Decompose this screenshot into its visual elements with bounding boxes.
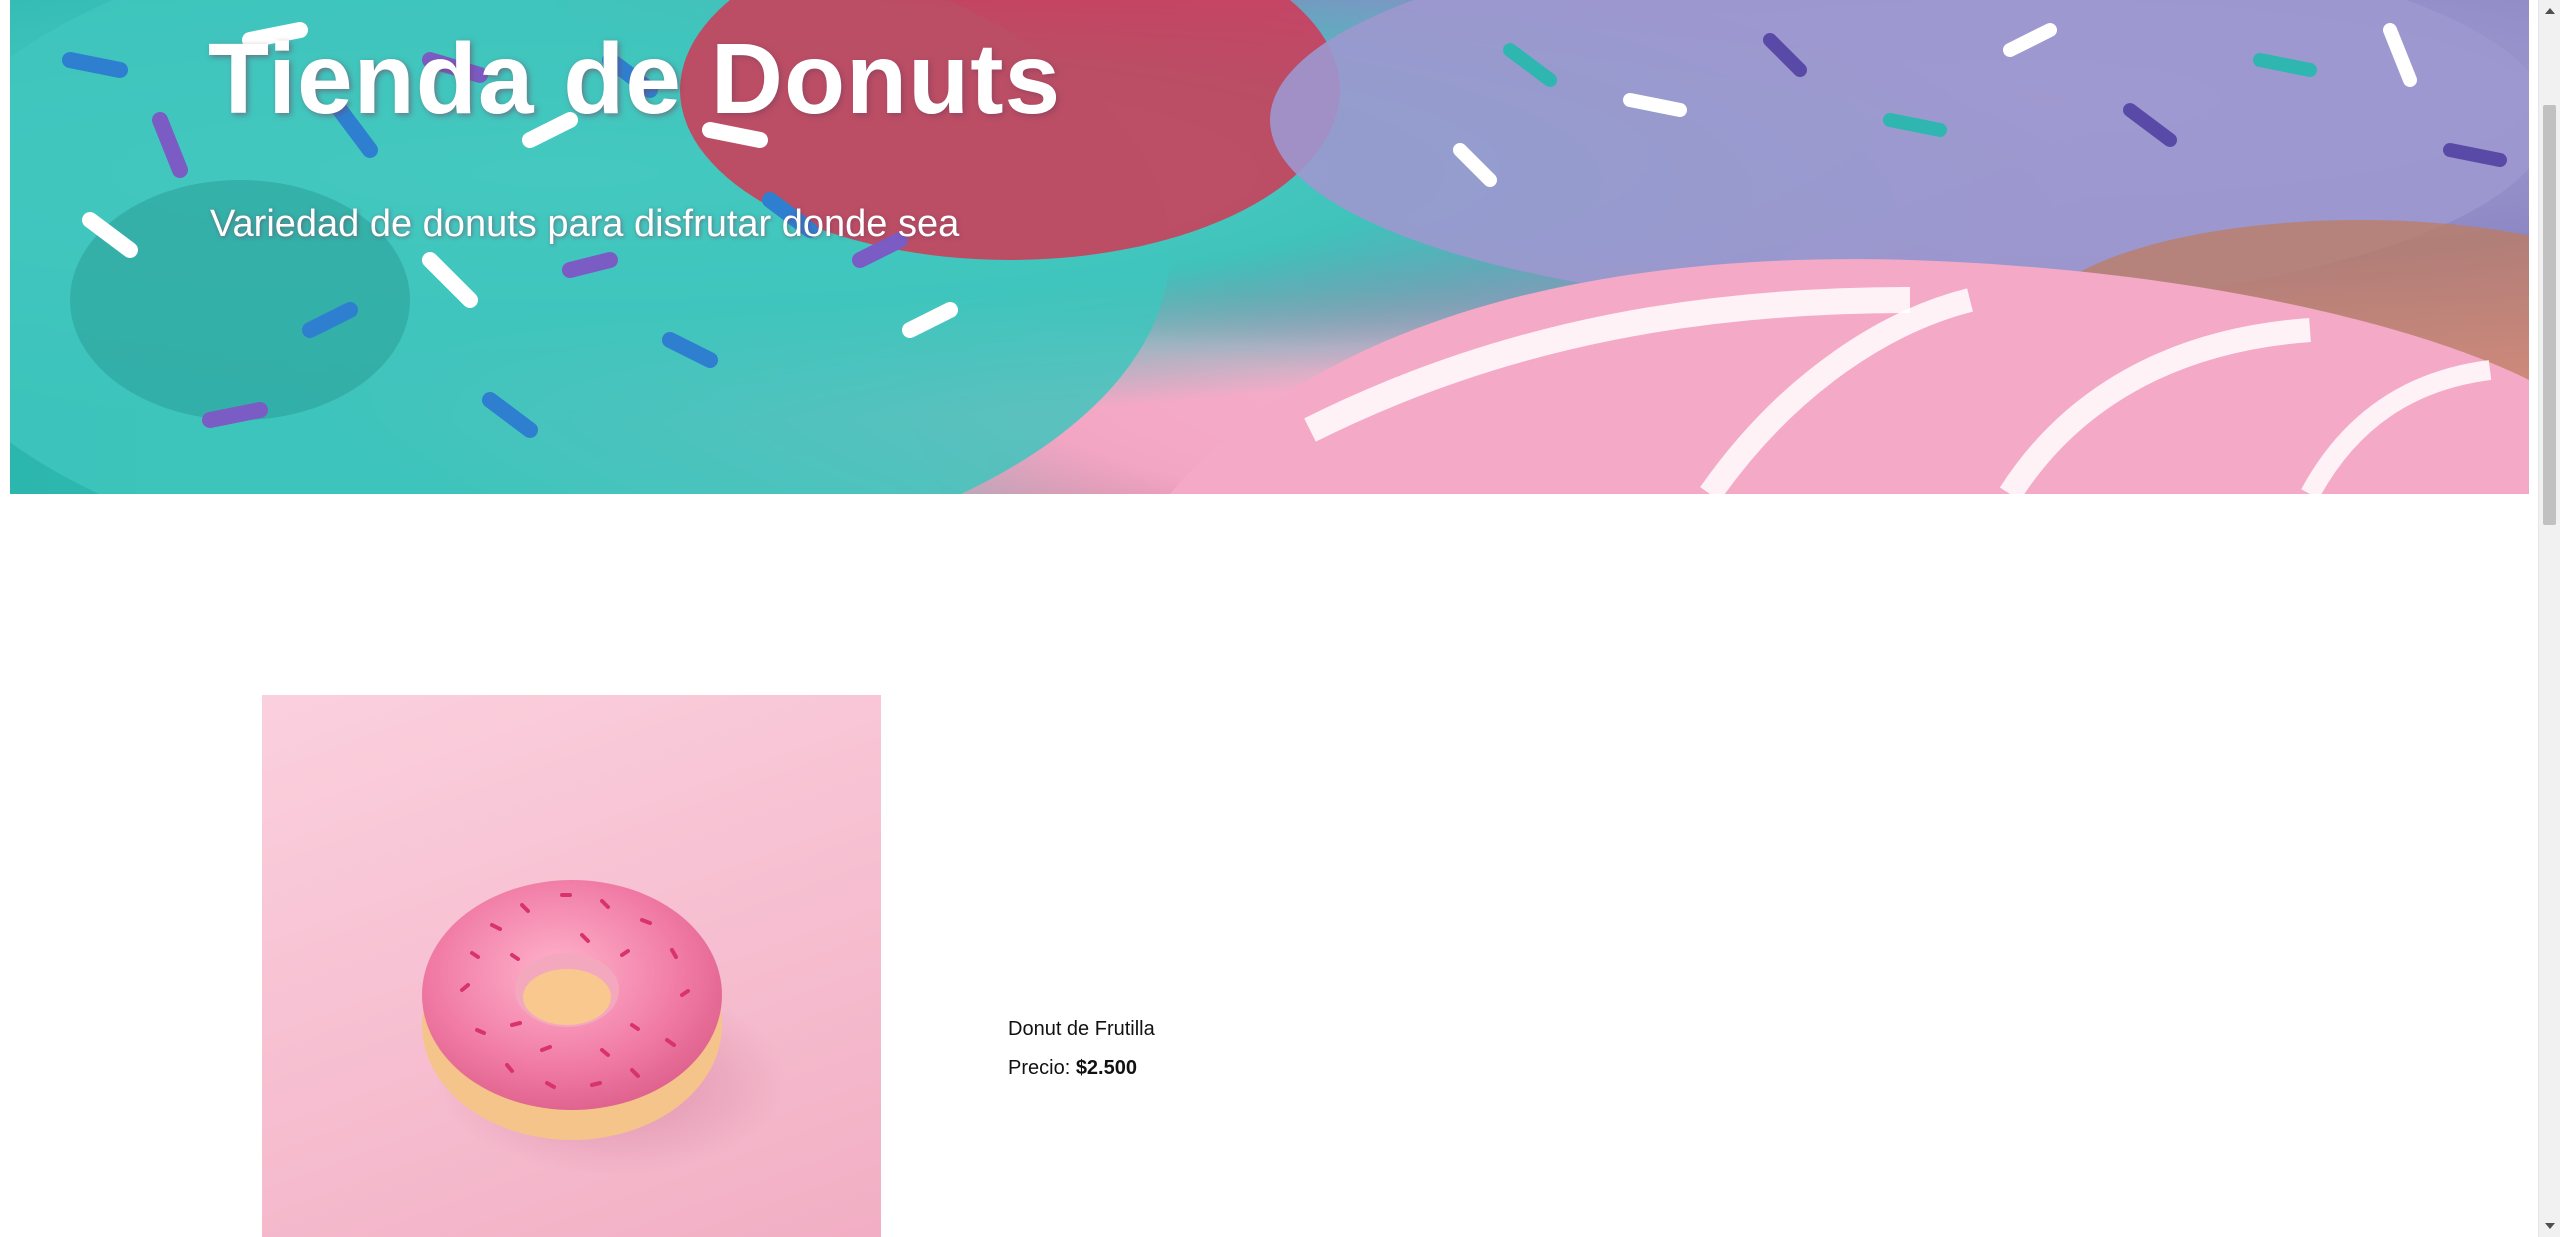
pink-donut-image [422,880,787,1175]
price-label: Precio: [1008,1057,1071,1079]
vertical-scrollbar[interactable] [2538,0,2560,1237]
product-info: Donut de Frutilla Precio: $2.500 [1008,1018,1155,1080]
scroll-down-arrow-icon[interactable] [2545,1223,2555,1229]
page-title: Tienda de Donuts [208,23,1062,135]
product-name: Donut de Frutilla [1008,1018,1155,1040]
product-price: Precio: $2.500 [1008,1057,1155,1080]
scroll-up-arrow-icon[interactable] [2545,8,2555,14]
hero-banner: Tienda de Donuts Variedad de donuts para… [10,0,2529,494]
price-value: $2.500 [1075,1057,1137,1079]
scroll-thumb[interactable] [2543,105,2556,525]
page-subtitle: Variedad de donuts para disfrutar donde … [210,203,960,245]
product-image [262,695,881,1237]
page: Tienda de Donuts Variedad de donuts para… [0,0,2560,1237]
